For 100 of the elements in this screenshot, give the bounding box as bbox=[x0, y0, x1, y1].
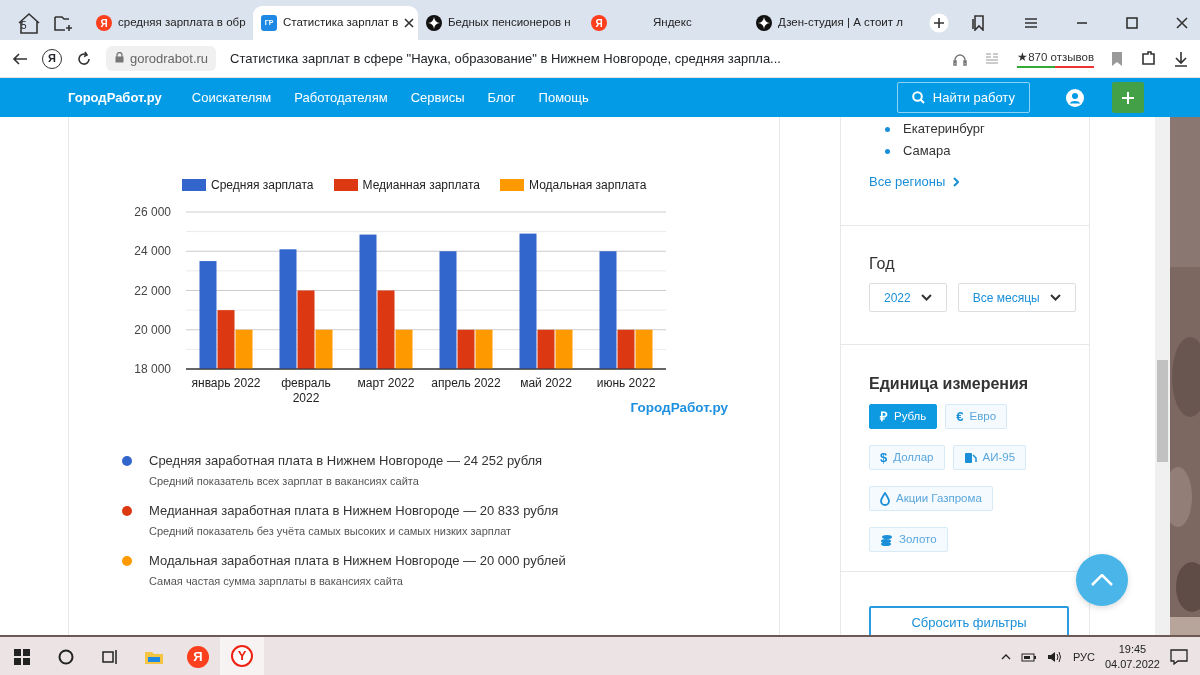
axis-label: апрель 2022 bbox=[431, 376, 501, 390]
headphones-icon[interactable] bbox=[953, 51, 968, 66]
scrollbar[interactable] bbox=[1155, 117, 1170, 635]
drop-icon bbox=[880, 491, 890, 506]
coins-icon bbox=[880, 532, 893, 547]
stat-description: Средний показатель без учёта самых высоких и самых низких зарплат bbox=[149, 523, 513, 539]
browser-tab[interactable]: Дзен-студия | А стоит л bbox=[748, 6, 913, 40]
fuel-icon bbox=[963, 451, 977, 465]
region-link[interactable]: Самара bbox=[903, 141, 951, 161]
nav-link[interactable]: Соискателям bbox=[191, 87, 272, 108]
menu-icon[interactable] bbox=[1024, 17, 1038, 29]
axis-label: январь 2022 bbox=[191, 376, 261, 390]
collections-icon[interactable] bbox=[972, 15, 986, 31]
legend-label: Медианная зарплата bbox=[362, 177, 480, 194]
clock-time[interactable]: 19:45 bbox=[1104, 642, 1160, 657]
stat-title: Медианная заработная плата в Нижнем Новгороде — 20 833 рубля bbox=[149, 502, 559, 520]
unit-button[interactable]: АИ-95 bbox=[952, 445, 1027, 471]
chevron-up-icon bbox=[1091, 574, 1113, 586]
lock-icon bbox=[115, 51, 124, 63]
site-logo[interactable]: ГородРабот.ру bbox=[68, 87, 162, 108]
clock-date[interactable]: 04.07.2022 bbox=[1104, 657, 1160, 672]
zen-icon bbox=[756, 15, 772, 31]
all-regions-link[interactable]: Все регионы bbox=[869, 172, 960, 192]
browser-tab[interactable]: Я Яндекс bbox=[583, 6, 748, 40]
chevron-right-icon bbox=[953, 176, 960, 187]
stat-title: Средняя заработная плата в Нижнем Новгороде — 24 252 рубля bbox=[149, 452, 543, 470]
maximize-icon[interactable] bbox=[1126, 17, 1138, 29]
axis-label: июнь 2022 bbox=[596, 376, 656, 390]
section-heading: Год bbox=[869, 254, 896, 274]
find-job-button[interactable]: Найти работу bbox=[896, 82, 1030, 113]
unit-button[interactable]: Акции Газпрома bbox=[869, 486, 993, 512]
chevron-down-icon bbox=[920, 294, 932, 302]
nav-link[interactable]: Сервисы bbox=[410, 87, 465, 108]
axis-label: 18 000 bbox=[134, 362, 171, 376]
axis-label: 24 000 bbox=[134, 244, 171, 259]
unit-button[interactable]: ₽ Рубль bbox=[869, 404, 938, 430]
scrollbar-thumb[interactable] bbox=[1157, 360, 1168, 462]
language-indicator[interactable]: РУС bbox=[1072, 648, 1095, 666]
battery-icon[interactable] bbox=[1020, 652, 1037, 662]
tab-count: 5 bbox=[21, 19, 27, 33]
zen-icon bbox=[426, 15, 442, 31]
extensions-icon[interactable] bbox=[1140, 50, 1156, 67]
user-icon[interactable] bbox=[1066, 88, 1084, 107]
reload-icon[interactable] bbox=[76, 50, 92, 67]
address-field[interactable]: gorodrabot.ru bbox=[106, 45, 217, 72]
section-heading: Единица измерения bbox=[869, 374, 1030, 394]
bookmark-icon[interactable] bbox=[1112, 51, 1122, 66]
back-icon[interactable] bbox=[12, 51, 28, 66]
dropdown[interactable]: Все месяцы bbox=[957, 283, 1076, 313]
axis-label: февраль 2022 bbox=[281, 376, 331, 405]
home-icon[interactable] bbox=[17, 12, 41, 34]
stat-title: Модальная заработная плата в Нижнем Новгороде — 20 000 рублей bbox=[149, 552, 566, 570]
chevron-up-icon[interactable] bbox=[1000, 654, 1011, 660]
folder-icon bbox=[144, 649, 164, 665]
stat-description: Самая частая сумма зарплаты в вакансиях сайта bbox=[149, 573, 404, 589]
chart-bar bbox=[635, 329, 653, 369]
taskbar-app[interactable]: Y bbox=[220, 637, 264, 675]
unit-button[interactable]: € Евро bbox=[945, 404, 1008, 430]
notification-icon[interactable] bbox=[1170, 649, 1188, 665]
add-button[interactable] bbox=[1112, 82, 1144, 113]
chevron-down-icon bbox=[1049, 294, 1061, 302]
page-title: Статистика зарплат в сфере "Наука, образование" в Нижнем Новгороде, средняя зарпла... bbox=[230, 49, 781, 68]
dropdown[interactable]: 2022 bbox=[869, 283, 947, 313]
axis-label: март 2022 bbox=[357, 376, 415, 390]
nav-link[interactable]: Работодателям bbox=[294, 87, 388, 108]
unit-button[interactable]: $ Доллар bbox=[869, 445, 945, 471]
browser-tab[interactable]: Я средняя зарплата в обр bbox=[88, 6, 253, 40]
close-icon[interactable] bbox=[404, 18, 415, 28]
stat-description: Средний показатель всех зарплат в вакансиях сайта bbox=[149, 473, 420, 489]
nav-link[interactable]: Помощь bbox=[538, 87, 589, 108]
site-logo: ГородРабот.ру bbox=[630, 399, 728, 417]
reviews-link[interactable]: ★870 отзывов bbox=[1017, 48, 1094, 69]
new-tab-icon[interactable] bbox=[53, 14, 75, 32]
chart-bar bbox=[475, 329, 493, 369]
taskbar-app[interactable]: Я bbox=[176, 637, 220, 675]
windows-icon bbox=[14, 649, 30, 665]
new-tab-plus-icon[interactable] bbox=[929, 13, 949, 33]
list-bullet bbox=[885, 148, 890, 154]
close-icon[interactable] bbox=[1176, 17, 1188, 29]
search-icon bbox=[58, 649, 74, 665]
yandex-icon: Я bbox=[187, 646, 209, 668]
volume-icon[interactable] bbox=[1046, 651, 1063, 663]
browser-tab[interactable]: Бедных пенсионеров н bbox=[418, 6, 583, 40]
download-icon[interactable] bbox=[1174, 50, 1188, 67]
yandex-icon: Я bbox=[96, 15, 112, 31]
region-link[interactable]: Екатеринбург bbox=[903, 119, 985, 139]
nav-link[interactable]: Блог bbox=[487, 87, 516, 108]
reset-filters-button[interactable]: Сбросить фильтры bbox=[869, 606, 1069, 635]
legend-label: Средняя зарплата bbox=[211, 177, 314, 194]
chart-bar bbox=[555, 329, 573, 369]
axis-label: 20 000 bbox=[134, 322, 171, 337]
list-bullet bbox=[885, 126, 890, 132]
browser-icon: Y bbox=[231, 645, 253, 667]
axis-label: 22 000 bbox=[134, 283, 171, 298]
task-view-icon bbox=[102, 649, 118, 665]
plus-icon bbox=[1122, 91, 1134, 104]
yandex-icon: Я bbox=[591, 15, 607, 31]
legend-label: Модальная зарплата bbox=[529, 177, 647, 194]
unit-button[interactable]: Золото bbox=[869, 527, 948, 553]
search-icon bbox=[911, 91, 925, 104]
